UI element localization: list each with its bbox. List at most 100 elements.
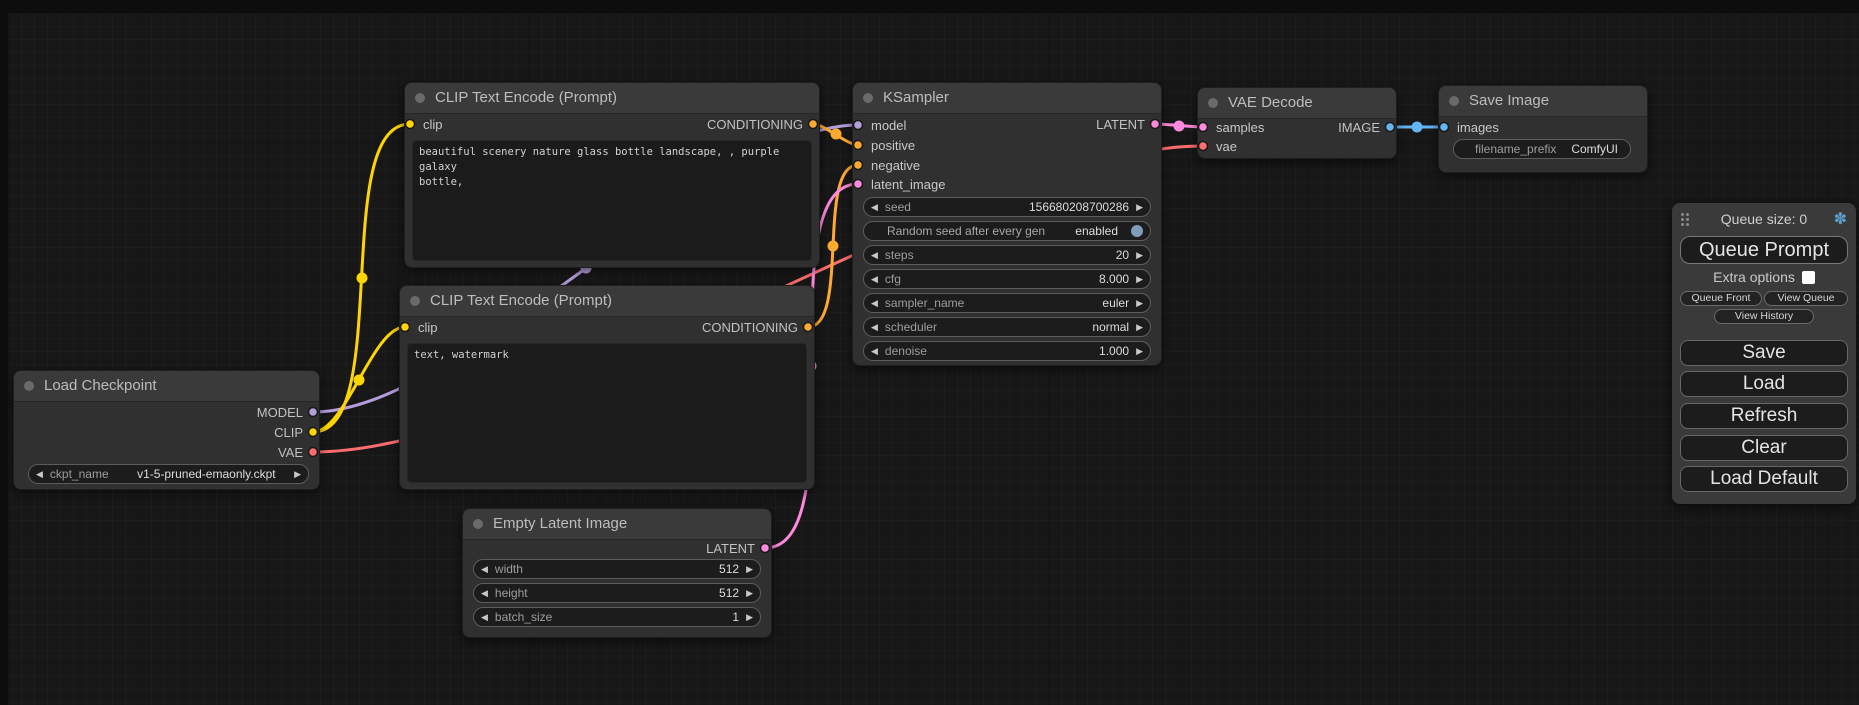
output-clip: CLIP <box>274 424 303 442</box>
collapse-dot-icon[interactable] <box>24 381 34 391</box>
link-latent-to-vae-decode <box>1155 124 1203 127</box>
queue-prompt-button[interactable]: Queue Prompt <box>1680 236 1848 264</box>
decrement-arrow-icon[interactable]: ◀ <box>481 607 488 627</box>
widget-value: 156680208700286 <box>1029 200 1129 214</box>
prompt-textarea[interactable]: beautiful scenery nature glass bottle la… <box>412 140 812 261</box>
decrement-arrow-icon[interactable]: ◀ <box>481 559 488 579</box>
node-empty-latent-image[interactable]: Empty Latent Image LATENT ◀ width 512 ▶ … <box>462 508 772 638</box>
collapse-dot-icon[interactable] <box>1449 96 1459 106</box>
node-title-bar[interactable]: VAE Decode <box>1198 88 1396 119</box>
increment-arrow-icon[interactable]: ▶ <box>1136 293 1143 313</box>
widget-value: 8.000 <box>1099 272 1129 286</box>
widget-label: denoise <box>885 344 927 358</box>
random-seed-toggle-widget[interactable]: Random seed after every gen enabled <box>863 221 1151 241</box>
decrement-arrow-icon[interactable]: ◀ <box>871 197 878 217</box>
node-title-bar[interactable]: Save Image <box>1439 86 1647 117</box>
view-history-button[interactable]: View History <box>1714 309 1814 324</box>
widget-value: 512 <box>719 562 739 576</box>
toggle-knob-icon[interactable] <box>1131 225 1143 237</box>
decrement-arrow-icon[interactable]: ◀ <box>481 583 488 603</box>
input-samples: samples <box>1216 119 1264 137</box>
height-widget[interactable]: ◀ height 512 ▶ <box>473 583 761 603</box>
clear-button[interactable]: Clear <box>1680 435 1848 461</box>
node-title: Save Image <box>1469 92 1549 109</box>
prompt-textarea[interactable]: text, watermark <box>407 343 807 483</box>
link-midpoint-dot <box>1412 122 1423 133</box>
widget-value: 1 <box>732 610 739 624</box>
node-title: Empty Latent Image <box>493 515 627 532</box>
decrement-arrow-icon[interactable]: ◀ <box>871 293 878 313</box>
collapse-dot-icon[interactable] <box>473 519 483 529</box>
node-ksampler[interactable]: KSampler model positive negative latent_… <box>852 82 1162 366</box>
view-queue-button[interactable]: View Queue <box>1764 291 1848 306</box>
node-clip-text-encode-positive[interactable]: CLIP Text Encode (Prompt) clip CONDITION… <box>404 82 820 268</box>
denoise-widget[interactable]: ◀ denoise 1.000 ▶ <box>863 341 1151 361</box>
widget-label: Random seed after every gen <box>887 224 1045 238</box>
increment-arrow-icon[interactable]: ▶ <box>1136 341 1143 361</box>
link-clip-positive <box>313 124 410 432</box>
input-clip: clip <box>418 319 438 337</box>
decrement-arrow-icon[interactable]: ◀ <box>871 341 878 361</box>
sampler-name-widget[interactable]: ◀ sampler_name euler ▶ <box>863 293 1151 313</box>
seed-widget[interactable]: ◀ seed 156680208700286 ▶ <box>863 197 1151 217</box>
node-load-checkpoint[interactable]: Load Checkpoint MODEL CLIP VAE ◀ ckpt_na… <box>13 370 320 490</box>
input-clip: clip <box>423 116 443 134</box>
output-latent: LATENT <box>706 540 755 558</box>
node-clip-text-encode-negative[interactable]: CLIP Text Encode (Prompt) clip CONDITION… <box>399 285 815 490</box>
widget-label: steps <box>885 248 914 262</box>
widget-label: ckpt_name <box>50 467 109 481</box>
scheduler-widget[interactable]: ◀ scheduler normal ▶ <box>863 317 1151 337</box>
refresh-button[interactable]: Refresh <box>1680 403 1848 429</box>
node-title-bar[interactable]: Load Checkpoint <box>14 371 319 402</box>
node-save-image[interactable]: Save Image images filename_prefix ComfyU… <box>1438 85 1648 173</box>
widget-label: filename_prefix <box>1475 142 1556 156</box>
widget-label: scheduler <box>885 320 937 334</box>
output-conditioning: CONDITIONING <box>707 116 803 134</box>
widget-label: sampler_name <box>885 296 964 310</box>
node-graph-canvas[interactable]: Load Checkpoint MODEL CLIP VAE ◀ ckpt_na… <box>0 0 1859 705</box>
gear-icon[interactable]: ✽ <box>1834 209 1847 229</box>
extra-options-checkbox[interactable] <box>1802 271 1815 284</box>
canvas-left-edge <box>0 0 8 705</box>
collapse-dot-icon[interactable] <box>1208 98 1218 108</box>
load-default-button[interactable]: Load Default <box>1680 466 1848 492</box>
link-midpoint-dot <box>357 273 368 284</box>
link-midpoint-dot <box>354 375 365 386</box>
decrement-arrow-icon[interactable]: ◀ <box>871 245 878 265</box>
decrement-arrow-icon[interactable]: ◀ <box>36 464 43 484</box>
ckpt-name-widget[interactable]: ◀ ckpt_name v1-5-pruned-emaonly.ckpt ▶ <box>28 464 309 484</box>
collapse-dot-icon[interactable] <box>863 93 873 103</box>
extra-options-label: Extra options <box>1713 269 1795 285</box>
node-title-bar[interactable]: Empty Latent Image <box>463 509 771 540</box>
output-latent: LATENT <box>1096 116 1145 134</box>
save-button[interactable]: Save <box>1680 340 1848 366</box>
node-title-bar[interactable]: CLIP Text Encode (Prompt) <box>400 286 814 317</box>
increment-arrow-icon[interactable]: ▶ <box>1136 197 1143 217</box>
node-title-bar[interactable]: CLIP Text Encode (Prompt) <box>405 83 819 114</box>
queue-front-button[interactable]: Queue Front <box>1680 291 1762 306</box>
increment-arrow-icon[interactable]: ▶ <box>1136 269 1143 289</box>
collapse-dot-icon[interactable] <box>410 296 420 306</box>
queue-size-label: Queue size: 0 <box>1672 211 1856 227</box>
widget-value: 512 <box>719 586 739 600</box>
widget-value: euler <box>1102 296 1129 310</box>
increment-arrow-icon[interactable]: ▶ <box>746 607 753 627</box>
collapse-dot-icon[interactable] <box>415 93 425 103</box>
widget-value: ComfyUI <box>1561 142 1618 156</box>
width-widget[interactable]: ◀ width 512 ▶ <box>473 559 761 579</box>
increment-arrow-icon[interactable]: ▶ <box>294 464 301 484</box>
increment-arrow-icon[interactable]: ▶ <box>746 559 753 579</box>
output-vae: VAE <box>278 444 303 462</box>
cfg-widget[interactable]: ◀ cfg 8.000 ▶ <box>863 269 1151 289</box>
decrement-arrow-icon[interactable]: ◀ <box>871 317 878 337</box>
increment-arrow-icon[interactable]: ▶ <box>746 583 753 603</box>
increment-arrow-icon[interactable]: ▶ <box>1136 245 1143 265</box>
steps-widget[interactable]: ◀ steps 20 ▶ <box>863 245 1151 265</box>
node-vae-decode[interactable]: VAE Decode samples vae IMAGE <box>1197 87 1397 159</box>
load-button[interactable]: Load <box>1680 371 1848 397</box>
filename-prefix-widget[interactable]: filename_prefix ComfyUI <box>1453 139 1631 159</box>
node-title-bar[interactable]: KSampler <box>853 83 1161 114</box>
decrement-arrow-icon[interactable]: ◀ <box>871 269 878 289</box>
batch-size-widget[interactable]: ◀ batch_size 1 ▶ <box>473 607 761 627</box>
increment-arrow-icon[interactable]: ▶ <box>1136 317 1143 337</box>
